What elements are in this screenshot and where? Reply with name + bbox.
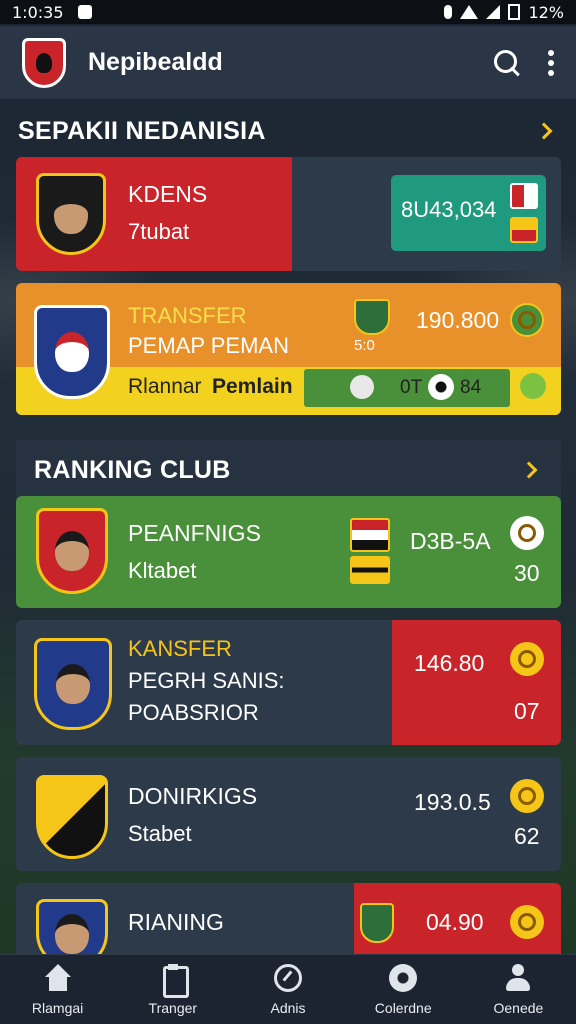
nav-item-home[interactable]: Rlamgai bbox=[0, 955, 115, 1024]
battery-level: 12% bbox=[528, 2, 564, 22]
club-crest bbox=[36, 775, 108, 859]
transfer-card[interactable]: TRANSFER PEMAP PEMAN 5:0 190.800 Rlannar… bbox=[16, 283, 561, 415]
club-crest bbox=[36, 899, 108, 955]
nav-label: Oenede bbox=[493, 999, 544, 1016]
card-value-2: 30 bbox=[514, 560, 540, 586]
transfer-label: KANSFER bbox=[128, 636, 232, 661]
battery-icon bbox=[508, 4, 521, 20]
score-a: 0T bbox=[400, 377, 423, 398]
coin-icon[interactable] bbox=[510, 303, 544, 337]
player-avatar bbox=[350, 375, 374, 399]
search-icon[interactable] bbox=[492, 48, 522, 78]
score-strip: 0T 84 bbox=[304, 369, 510, 407]
card-name: KDENS bbox=[128, 181, 208, 207]
alarm-icon bbox=[444, 5, 453, 19]
card-name: PEANFNIGS bbox=[128, 520, 261, 546]
wifi-icon bbox=[460, 5, 479, 19]
flag-icon bbox=[510, 217, 538, 243]
transfer-subtitle: PEMAP PEMAN bbox=[128, 333, 289, 358]
signal-icon bbox=[486, 5, 501, 19]
app-title: Nepibealdd bbox=[88, 48, 223, 76]
flag-icon bbox=[350, 518, 390, 552]
ball-icon bbox=[388, 963, 418, 992]
club-crest bbox=[34, 305, 110, 399]
ranking-card-1[interactable]: PEANFNIGS Kltabet D3B-5A 30 bbox=[16, 496, 561, 608]
list-card-1[interactable]: KDENS 7tubat 8U43,034 bbox=[16, 157, 561, 271]
flag-icon bbox=[350, 556, 390, 584]
status-time: 1:0:35 bbox=[12, 2, 64, 22]
notification-icon bbox=[77, 5, 92, 19]
card-name: RIANING bbox=[128, 909, 224, 935]
section-title: SEPAKII NEDANISIA bbox=[18, 116, 266, 145]
flag-code: 5:0 bbox=[354, 337, 375, 354]
score-b: 84 bbox=[460, 377, 482, 398]
chevron-right-icon[interactable] bbox=[520, 461, 538, 479]
clipboard-icon bbox=[158, 963, 189, 998]
app-bar: Nepibealdd bbox=[0, 26, 576, 100]
card-value: 146.80 bbox=[414, 650, 485, 676]
coin-icon[interactable] bbox=[510, 779, 544, 813]
card-subtitle: 7tubat bbox=[128, 219, 190, 244]
ranking-card-4[interactable]: RIANING 04.90 bbox=[16, 883, 561, 955]
status-bar: 1:0:35 12% bbox=[0, 0, 576, 24]
close-circle-icon[interactable] bbox=[510, 516, 544, 550]
transfer-detail: POABSRIOR bbox=[128, 700, 259, 725]
coin-icon[interactable] bbox=[510, 642, 544, 676]
nav-item-transfer[interactable]: Tranger bbox=[115, 955, 230, 1024]
club-logo-icon[interactable] bbox=[22, 37, 66, 88]
club-crest-small bbox=[354, 299, 390, 335]
card-value: 04.90 bbox=[426, 909, 484, 935]
football-icon bbox=[428, 374, 454, 400]
home-icon bbox=[43, 963, 73, 992]
card-value: D3B-5A bbox=[410, 528, 491, 554]
nav-label: Adnis bbox=[270, 999, 306, 1016]
section-title: RANKING CLUB bbox=[34, 455, 231, 484]
nav-label: Tranger bbox=[148, 999, 198, 1016]
club-crest bbox=[34, 638, 112, 730]
ranking-card-2[interactable]: KANSFER PEGRH SANIS: POABSRIOR 146.80 07 bbox=[16, 620, 561, 745]
card-value-2: 62 bbox=[514, 823, 540, 849]
ranking-card-3[interactable]: DONIRKIGS Stabet 193.0.5 62 bbox=[16, 757, 561, 871]
nav-item-matches[interactable]: Colerdne bbox=[346, 955, 461, 1024]
nav-item-profile[interactable]: Oenede bbox=[461, 955, 576, 1024]
player-crest bbox=[36, 173, 106, 255]
transfer-value: 190.800 bbox=[416, 307, 500, 333]
card-subtitle: Kltabet bbox=[128, 558, 197, 583]
leaf-icon[interactable] bbox=[520, 373, 546, 399]
club-crest bbox=[36, 508, 108, 594]
nav-label: Colerdne bbox=[374, 999, 432, 1016]
section-header-news[interactable]: SEPAKII NEDANISIA bbox=[0, 102, 576, 160]
section-header-ranking[interactable]: RANKING CLUB bbox=[16, 440, 561, 500]
transfer-label: TRANSFER bbox=[128, 303, 247, 328]
strip-label-a: Rlannar bbox=[128, 375, 202, 398]
transfer-subtitle: PEGRH SANIS: bbox=[128, 668, 285, 693]
club-crest-small bbox=[360, 903, 394, 943]
card-value: 8U43,034 bbox=[401, 197, 497, 222]
nav-item-stats[interactable]: Adnis bbox=[230, 955, 345, 1024]
card-subtitle: Stabet bbox=[128, 821, 192, 846]
card-value: 193.0.5 bbox=[414, 789, 491, 815]
strip-label-b: Pemlain bbox=[212, 375, 293, 398]
card-value-2: 07 bbox=[514, 698, 540, 724]
user-icon bbox=[503, 963, 533, 992]
nav-label: Rlamgai bbox=[31, 999, 84, 1016]
more-options-icon[interactable] bbox=[548, 49, 554, 76]
card-name: DONIRKIGS bbox=[128, 783, 258, 809]
chevron-right-icon[interactable] bbox=[535, 122, 553, 140]
flag-icon bbox=[510, 183, 538, 209]
gauge-icon bbox=[273, 963, 303, 992]
bottom-navigation: Rlamgai Tranger Adnis Colerdne Oenede bbox=[0, 954, 576, 1024]
coin-icon[interactable] bbox=[510, 905, 544, 939]
